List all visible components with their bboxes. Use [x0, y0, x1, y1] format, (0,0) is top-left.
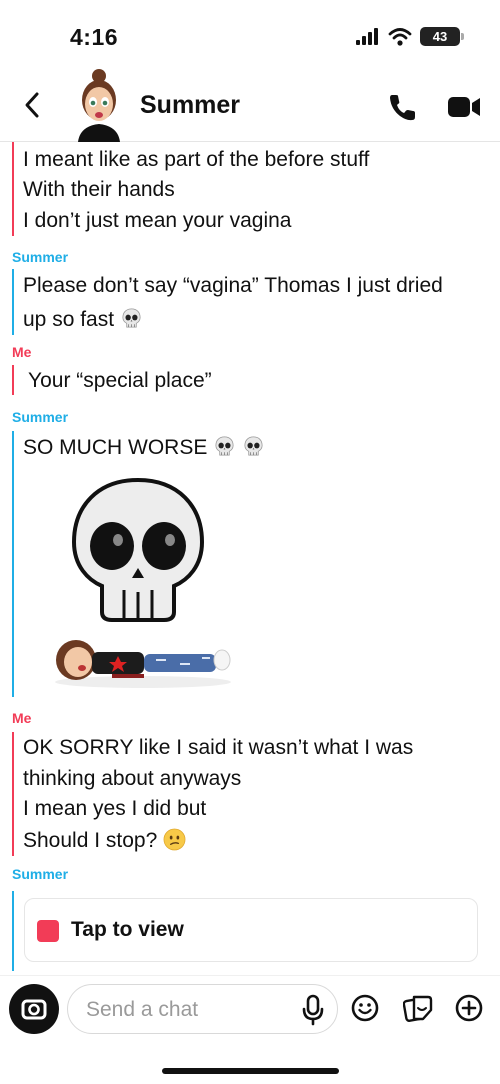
sticker-icon[interactable]	[403, 994, 433, 1022]
sender-label: Summer	[12, 866, 69, 882]
home-indicator	[162, 1068, 339, 1074]
plus-icon[interactable]	[455, 994, 483, 1022]
message-text: up so fast	[23, 308, 115, 331]
sender-label: Me	[12, 710, 32, 726]
message-text: Your “special place”	[28, 369, 212, 392]
bitmoji-sticker[interactable]	[52, 634, 234, 690]
message-bar-them	[12, 269, 14, 335]
status-bar: 4:16 43	[0, 0, 500, 70]
smiley-icon[interactable]	[351, 994, 379, 1022]
chat-input[interactable]	[86, 997, 286, 1023]
tap-to-view-label: Tap to view	[71, 918, 184, 941]
battery-level: 43	[432, 29, 448, 44]
message-text: With their hands	[23, 178, 175, 201]
message-text: I meant like as part of the before stuff	[23, 148, 370, 171]
snap-indicator-icon	[37, 920, 59, 942]
camera-icon	[21, 999, 47, 1020]
mic-icon[interactable]	[300, 994, 326, 1026]
back-icon[interactable]	[20, 90, 46, 120]
message-text: Please don’t say “vagina” Thomas I just …	[23, 274, 443, 297]
composer-bar	[0, 975, 500, 1084]
skull-emoji	[244, 436, 263, 456]
message-list: I meant like as part of the before stuff…	[0, 142, 500, 975]
message-text: I mean yes I did but	[23, 797, 207, 820]
chat-title[interactable]: Summer	[140, 91, 240, 120]
status-time: 4:16	[70, 24, 119, 50]
tap-to-view-snap[interactable]: Tap to view	[24, 898, 478, 962]
message-text: OK SORRY like I said it wasn’t what I wa…	[23, 736, 414, 759]
message-text: thinking about anyways	[23, 767, 242, 790]
skull-emoji	[122, 308, 141, 328]
message-bar-them	[12, 891, 14, 971]
message-text: Should I stop?	[23, 829, 158, 852]
message-text: I don’t just mean your vagina	[23, 209, 292, 232]
message-line: up so fast	[23, 304, 143, 335]
confused-face-emoji	[163, 828, 186, 851]
wifi-icon	[388, 27, 412, 46]
message-bar-me	[12, 142, 14, 236]
sender-label: Me	[12, 344, 32, 360]
status-icons: 43	[356, 27, 464, 46]
sender-label: Summer	[12, 249, 69, 265]
message-line: SO MUCH WORSE	[23, 432, 265, 463]
chat-header: Summer	[0, 62, 500, 142]
message-bar-me	[12, 365, 14, 395]
message-line: Should I stop?	[23, 825, 186, 856]
avatar[interactable]	[68, 66, 130, 142]
message-bar-them	[12, 431, 14, 697]
skull-sticker[interactable]	[68, 474, 208, 624]
message-text: SO MUCH WORSE	[23, 436, 208, 459]
message-bar-me	[12, 732, 14, 856]
chat-input-container	[67, 984, 338, 1034]
battery-icon: 43	[420, 27, 464, 46]
phone-icon[interactable]	[388, 92, 418, 122]
video-icon[interactable]	[448, 96, 481, 118]
camera-button[interactable]	[9, 984, 59, 1034]
signal-icon	[356, 28, 378, 45]
sender-label: Summer	[12, 409, 69, 425]
skull-emoji	[215, 436, 234, 456]
